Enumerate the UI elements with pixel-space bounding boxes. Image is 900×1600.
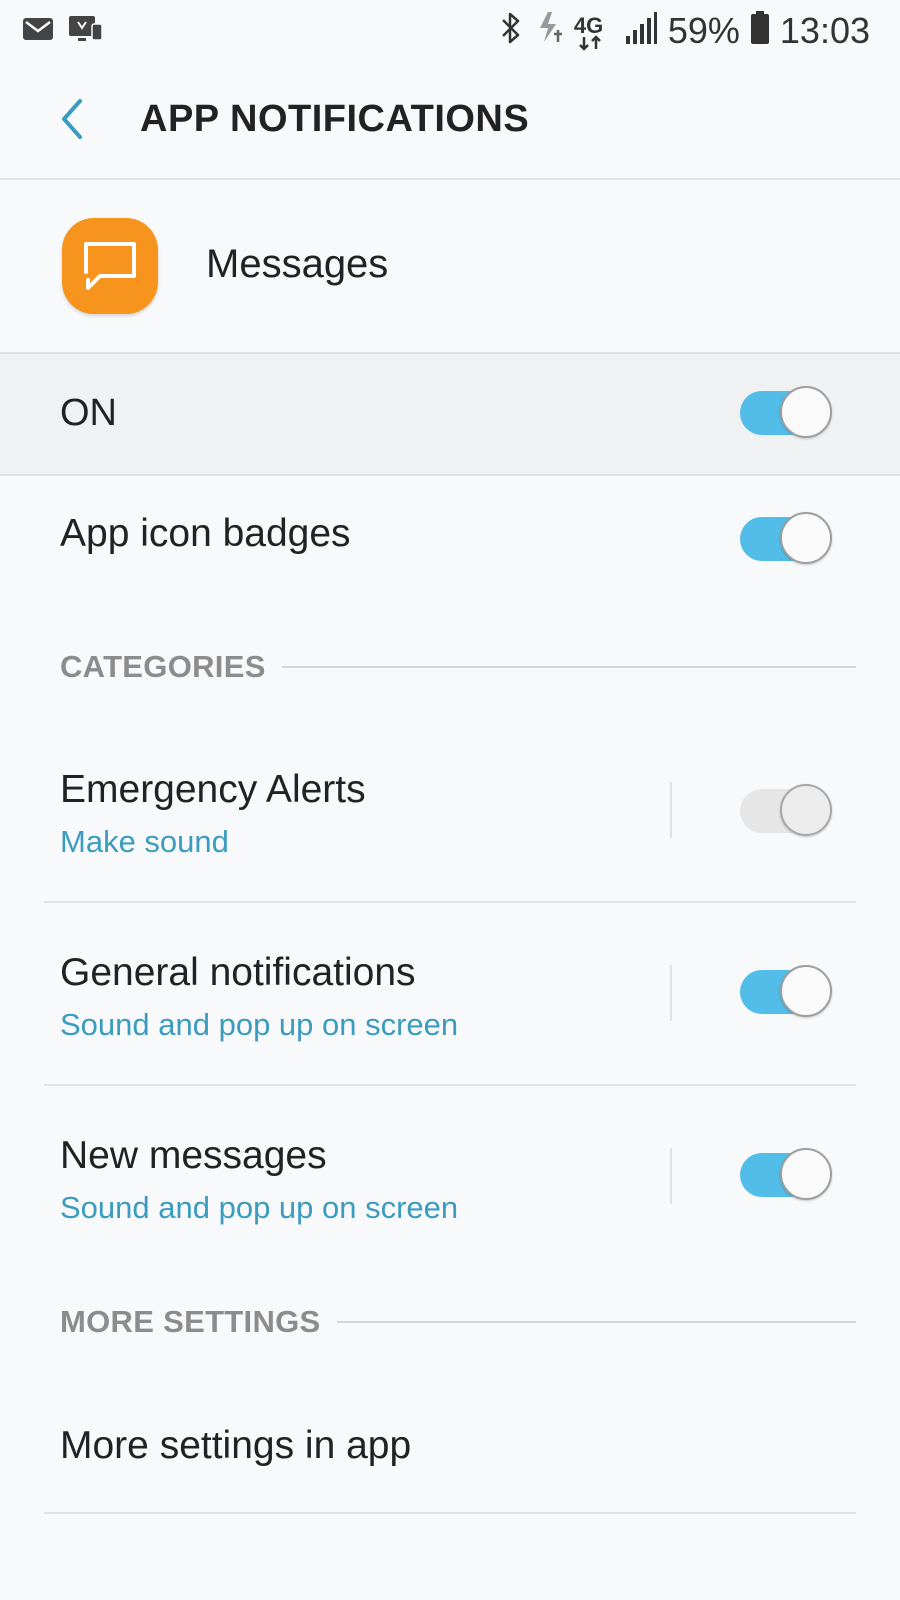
- app-info-row: Messages: [0, 180, 900, 352]
- new-messages-switch[interactable]: [740, 1148, 834, 1200]
- section-divider: [336, 1321, 856, 1323]
- vertical-divider: [670, 965, 672, 1021]
- app-notifications-screen: 4G 59% 13:03 APP NOTIFICATIONS Messages …: [0, 0, 900, 1600]
- switch-thumb: [780, 1148, 832, 1200]
- app-icon-badges-row[interactable]: App icon badges: [0, 474, 900, 604]
- more-settings-in-app-label: More settings in app: [60, 1424, 412, 1467]
- category-title: Emergency Alerts: [60, 768, 366, 811]
- page-title: APP NOTIFICATIONS: [140, 98, 530, 140]
- back-button[interactable]: [48, 92, 96, 146]
- master-toggle-switch[interactable]: [740, 386, 834, 438]
- switch-thumb: [780, 386, 832, 438]
- category-subtitle: Make sound: [60, 824, 229, 859]
- general-notifications-switch[interactable]: [740, 965, 834, 1017]
- category-row-emergency-alerts[interactable]: Emergency Alerts Make sound: [0, 720, 900, 902]
- network-4g-icon: 4G: [574, 11, 614, 51]
- vertical-divider: [670, 1148, 672, 1204]
- signal-icon: [624, 10, 658, 51]
- section-divider: [281, 666, 856, 668]
- more-settings-header-label: MORE SETTINGS: [60, 1304, 321, 1339]
- messages-app-icon: [62, 218, 158, 314]
- top-app-bar: APP NOTIFICATIONS: [0, 64, 900, 180]
- screen-cast-icon: [68, 14, 104, 49]
- battery-percentage: 59%: [667, 9, 740, 51]
- chevron-left-icon: [62, 99, 82, 139]
- more-settings-in-app-row[interactable]: More settings in app: [0, 1380, 900, 1512]
- emergency-alerts-switch[interactable]: [740, 784, 834, 836]
- category-row-general-notifications[interactable]: General notifications Sound and pop up o…: [0, 903, 900, 1085]
- vertical-divider: [670, 782, 672, 838]
- battery-icon: [750, 10, 770, 51]
- app-icon-badges-label: App icon badges: [60, 512, 351, 555]
- status-bar-right: 4G 59% 13:03: [498, 8, 870, 53]
- switch-thumb: [780, 784, 832, 836]
- category-title: New messages: [60, 1134, 327, 1177]
- category-subtitle: Sound and pop up on screen: [60, 1190, 459, 1225]
- categories-section-header: CATEGORIES: [60, 647, 856, 687]
- master-toggle-row[interactable]: ON: [0, 352, 900, 476]
- clock: 13:03: [779, 9, 870, 51]
- more-settings-section-header: MORE SETTINGS: [60, 1302, 856, 1342]
- bluetooth-icon: [498, 8, 524, 53]
- switch-thumb: [780, 965, 832, 1017]
- switch-thumb: [780, 512, 832, 564]
- master-toggle-label: ON: [60, 392, 117, 434]
- data-saver-icon: [534, 8, 564, 53]
- category-subtitle: Sound and pop up on screen: [60, 1007, 459, 1042]
- email-icon: [22, 15, 54, 48]
- category-row-new-messages[interactable]: New messages Sound and pop up on screen: [0, 1086, 900, 1268]
- app-name: Messages: [206, 242, 389, 286]
- row-divider: [44, 1512, 856, 1514]
- status-bar: 4G 59% 13:03: [0, 0, 900, 64]
- app-icon-badges-switch[interactable]: [740, 512, 834, 564]
- categories-header-label: CATEGORIES: [60, 649, 266, 684]
- status-bar-left: [22, 14, 104, 49]
- category-title: General notifications: [60, 951, 416, 994]
